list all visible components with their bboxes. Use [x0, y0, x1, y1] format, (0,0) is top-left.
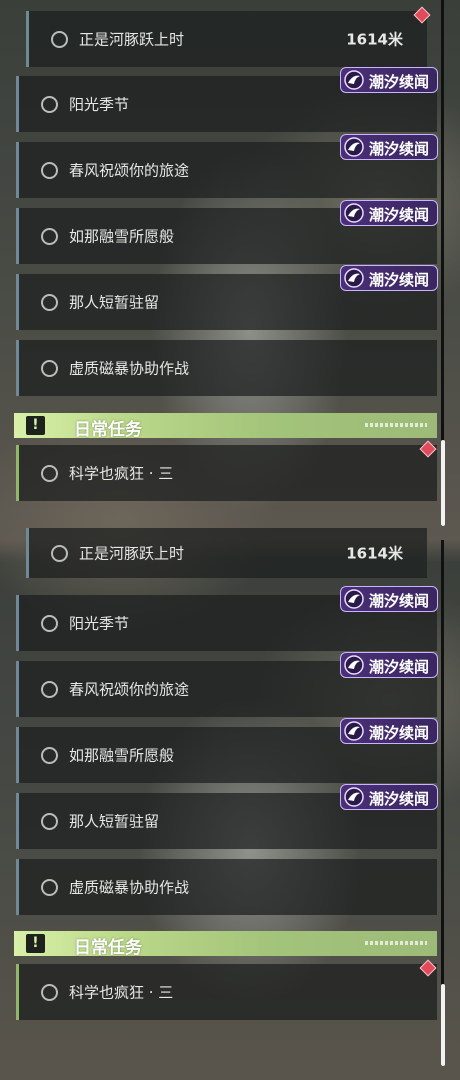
quest-title: 科学也疯狂 · 三 — [69, 464, 174, 483]
quest-panel-top: 正是河豚跃上时 1614米 阳光季节 春风祝颂你的旅途 如那融雪所愿般 那人短暂… — [0, 0, 460, 540]
section-title: 日常任务 — [74, 420, 142, 440]
exclamation-icon: ! — [26, 934, 45, 953]
quest-title: 如那融雪所愿般 — [69, 746, 175, 765]
quest-title: 阳光季节 — [69, 95, 130, 114]
quest-title: 那人短暂驻留 — [69, 293, 160, 312]
tide-swirl-icon — [344, 787, 364, 807]
exclamation-icon: ! — [26, 416, 45, 435]
circle-status-icon — [41, 879, 58, 896]
circle-status-icon — [51, 545, 68, 562]
tide-swirl-icon — [344, 655, 364, 675]
circle-status-icon — [41, 615, 58, 632]
quest-title: 阳光季节 — [69, 614, 130, 633]
circle-status-icon — [41, 228, 58, 245]
quest-distance: 1614米 — [346, 544, 403, 563]
header-decoration — [365, 423, 427, 427]
quest-panel-bottom: 正是河豚跃上时 1614米 阳光季节 春风祝颂你的旅途 如那融雪所愿般 那人短暂… — [0, 528, 460, 1080]
circle-status-icon — [41, 360, 58, 377]
header-decoration — [365, 941, 427, 945]
tide-swirl-icon — [344, 268, 364, 288]
quest-title: 那人短暂驻留 — [69, 812, 160, 831]
tide-swirl-icon — [344, 721, 364, 741]
scrollbar-thumb[interactable] — [441, 440, 445, 526]
daily-tasks-header[interactable]: ! 日常任务 — [14, 413, 437, 440]
circle-status-icon — [41, 813, 58, 830]
tide-tag-badge: 潮汐续闻 — [340, 134, 438, 160]
circle-status-icon — [41, 294, 58, 311]
circle-status-icon — [41, 747, 58, 764]
tide-tag-badge: 潮汐续闻 — [340, 265, 438, 291]
tide-tag-badge: 潮汐续闻 — [340, 652, 438, 678]
circle-status-icon — [51, 31, 68, 48]
section-title: 日常任务 — [74, 938, 142, 958]
tide-tag-badge: 潮汐续闻 — [340, 67, 438, 93]
scrollbar-thumb[interactable] — [441, 984, 445, 1066]
quest-item[interactable]: 虚质磁暴协助作战 — [16, 340, 437, 396]
quest-title: 正是河豚跃上时 — [79, 544, 185, 563]
tide-swirl-icon — [344, 137, 364, 157]
quest-title: 春风祝颂你的旅途 — [69, 680, 190, 699]
quest-title: 科学也疯狂 · 三 — [69, 983, 174, 1002]
circle-status-icon — [41, 681, 58, 698]
circle-status-icon — [41, 162, 58, 179]
quest-title: 虚质磁暴协助作战 — [69, 878, 190, 897]
quest-title: 虚质磁暴协助作战 — [69, 359, 190, 378]
quest-title: 春风祝颂你的旅途 — [69, 161, 190, 180]
tide-tag-badge: 潮汐续闻 — [340, 718, 438, 744]
circle-status-icon — [41, 96, 58, 113]
tide-swirl-icon — [344, 589, 364, 609]
daily-quest-item[interactable]: 科学也疯狂 · 三 — [16, 445, 437, 501]
tide-swirl-icon — [344, 203, 364, 223]
quest-title: 正是河豚跃上时 — [79, 30, 185, 49]
quest-item-tracked[interactable]: 正是河豚跃上时 1614米 — [26, 528, 427, 578]
tide-swirl-icon — [344, 70, 364, 90]
circle-status-icon — [41, 984, 58, 1001]
quest-item[interactable]: 虚质磁暴协助作战 — [16, 859, 437, 915]
tide-tag-badge: 潮汐续闻 — [340, 200, 438, 226]
tide-tag-badge: 潮汐续闻 — [340, 586, 438, 612]
tide-tag-badge: 潮汐续闻 — [340, 784, 438, 810]
daily-tasks-header[interactable]: ! 日常任务 — [14, 931, 437, 958]
quest-item-tracked[interactable]: 正是河豚跃上时 1614米 — [26, 11, 427, 67]
quest-title: 如那融雪所愿般 — [69, 227, 175, 246]
daily-quest-item[interactable]: 科学也疯狂 · 三 — [16, 964, 437, 1020]
circle-status-icon — [41, 465, 58, 482]
quest-distance: 1614米 — [346, 30, 403, 49]
